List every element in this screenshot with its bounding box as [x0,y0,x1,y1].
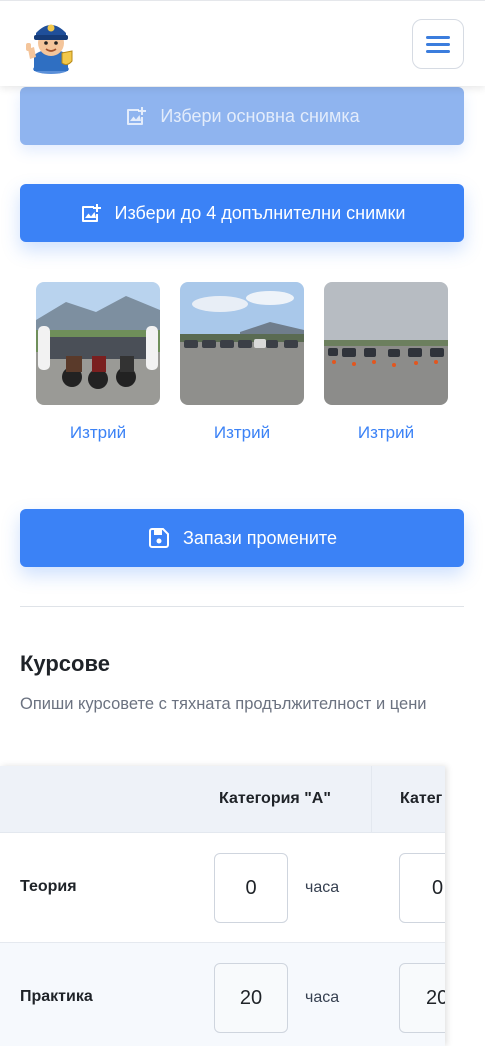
column-separator [371,766,372,833]
courses-table: Категория "А" Катег Теория 0 часа 0 Прак… [0,766,445,1046]
motorcycle-riders-photo [36,282,160,405]
table-row-theory: Теория 0 часа 0 [0,833,445,943]
top-navbar [0,0,485,86]
theory-hours-category-b-input[interactable]: 0 [399,853,445,923]
add-photo-icon [81,204,101,222]
delete-photo-link[interactable]: Изтрий [180,423,304,443]
practice-hours-category-b-input[interactable]: 20 [399,963,445,1033]
column-header-category-a: Категория "А" [219,790,331,807]
police-mascot-logo-icon[interactable] [22,13,80,75]
select-additional-photos-button[interactable]: Избери до 4 допълнителни снимки [20,184,464,242]
section-divider [20,606,464,607]
delete-photo-link[interactable]: Изтрий [36,423,160,443]
table-row-practice: Практика 20 часа 20 [0,943,445,1046]
parking-lot-photo [180,282,304,405]
training-ground-photo [324,282,448,405]
table-header: Категория "А" Катег [0,766,445,833]
courses-description: Опиши курсовете с тяхната продължителнос… [20,695,427,713]
column-header-category-b: Катег [400,790,443,807]
add-photo-icon [127,107,147,125]
hours-unit-label: часа [305,989,340,1006]
courses-title: Курсове [20,651,110,676]
menu-toggle-button[interactable] [412,19,464,69]
gallery-item: Изтрий [180,282,304,443]
hours-unit-label: часа [305,879,340,896]
row-label-practice: Практика [20,988,93,1005]
floppy-disk-icon [149,528,170,548]
save-changes-label: Запази промените [183,527,337,548]
gallery-item: Изтрий [36,282,160,443]
gallery-item: Изтрий [324,282,448,443]
select-additional-photos-label: Избери до 4 допълнителни снимки [114,202,406,223]
select-main-photo-button[interactable]: Избери основна снимка [20,87,464,145]
select-main-photo-label: Избери основна снимка [160,105,360,126]
practice-hours-category-a-input[interactable]: 20 [214,963,288,1033]
row-label-theory: Теория [20,878,77,895]
hamburger-menu-icon [426,36,450,53]
photo-gallery: Изтрий Изтрий Изтрий [36,282,448,442]
delete-photo-link[interactable]: Изтрий [324,423,448,443]
theory-hours-category-a-input[interactable]: 0 [214,853,288,923]
save-changes-button[interactable]: Запази промените [20,509,464,567]
